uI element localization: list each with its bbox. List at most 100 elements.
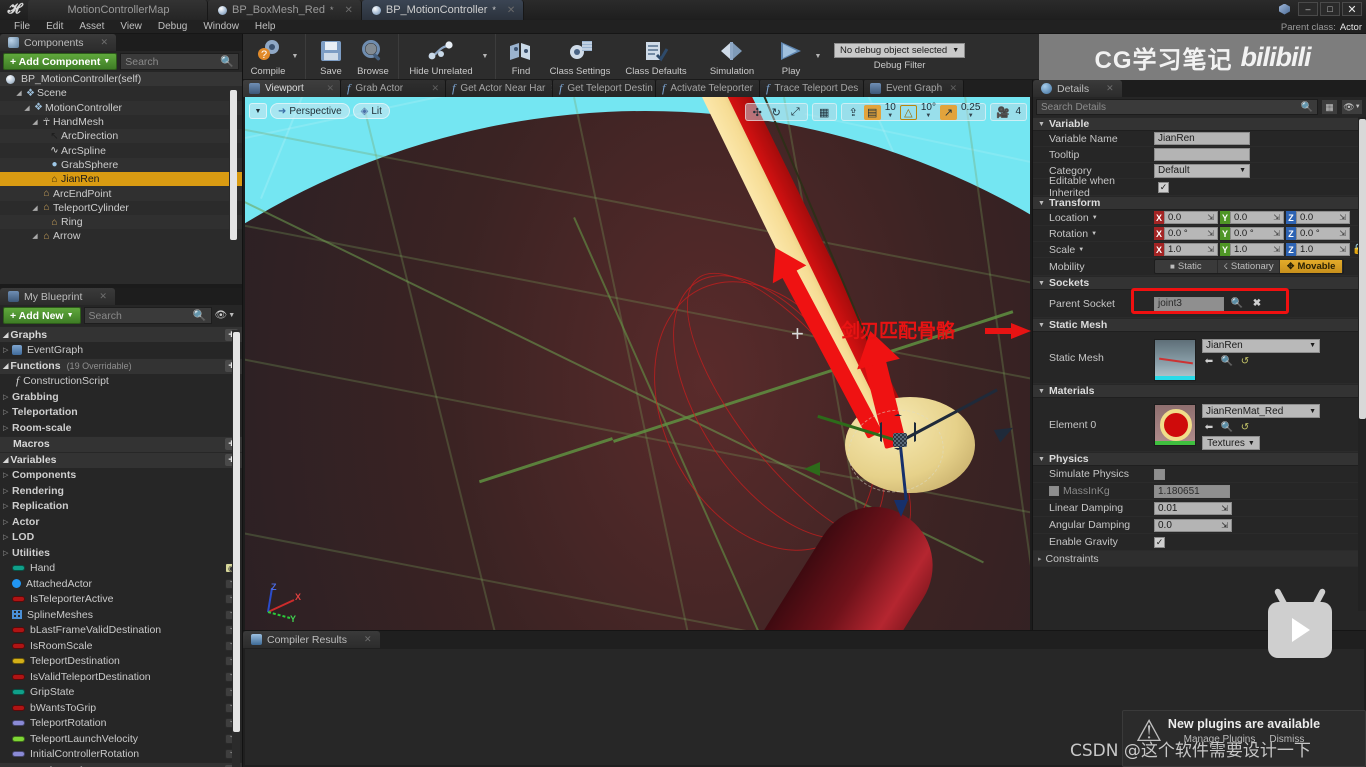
mb-section-functions[interactable]: ◢Functions(19 Overridable)+ (0, 357, 242, 374)
chevron-right-icon[interactable]: ▷ (3, 549, 12, 557)
spinner-icon[interactable]: ⇲ (1221, 504, 1228, 513)
component-tree-item-arcendpoint[interactable]: ⌂ ArcEndPoint (0, 186, 242, 201)
mb-item-isroomscale[interactable]: IsRoomScale◝ (0, 638, 242, 654)
class-settings-button[interactable]: Class Settings (542, 34, 618, 79)
location-y[interactable]: Y 0.0 ⇲ (1220, 211, 1284, 224)
component-tree-item-scene[interactable]: ◢ ❖ Scene (0, 86, 242, 100)
reset-icon[interactable]: ↺ (1238, 355, 1252, 369)
section-header-variable[interactable]: ▼ Variable (1033, 117, 1366, 131)
menu-window[interactable]: Window (195, 20, 247, 33)
parent-class-value[interactable]: Actor (1340, 22, 1362, 33)
hide-unrelated-dropdown[interactable]: ▼ (479, 34, 491, 79)
angular-damping-input[interactable]: 0.0 ⇲ (1154, 518, 1232, 532)
debug-object-select[interactable]: No debug object selected ▼ (834, 42, 966, 58)
simulate-physics-checkbox[interactable] (1154, 468, 1165, 480)
grid-snap-value-dropdown[interactable]: 10 ▼ (883, 103, 898, 120)
editable-when-inherited-checkbox[interactable]: ✓ (1158, 181, 1169, 193)
mb-item-components[interactable]: ▷ Components (0, 468, 242, 484)
viewport-options-button[interactable]: ▼ (249, 103, 267, 119)
rotation-x[interactable]: X 0.0 ° ⇲ (1154, 227, 1218, 240)
details-search-input[interactable]: Search Details 🔍 (1036, 99, 1318, 115)
menu-asset[interactable]: Asset (71, 20, 112, 33)
mobility-option-stationary[interactable]: ☇ Stationary (1217, 260, 1281, 273)
eye-icon[interactable]: 👁 (215, 310, 228, 321)
close-icon[interactable]: ✕ (1106, 83, 1114, 94)
chevron-right-icon[interactable]: ▷ (3, 487, 12, 495)
section-header-sockets[interactable]: ▼ Sockets (1033, 276, 1366, 290)
mass-in-kg-checkbox[interactable] (1049, 486, 1059, 496)
rotation-y[interactable]: Y 0.0 ° ⇲ (1220, 227, 1284, 240)
mb-section-variables[interactable]: ◢Variables+ (0, 451, 242, 468)
mb-item-replication[interactable]: ▷ Replication (0, 499, 242, 515)
tab-event-graph[interactable]: Event Graph ✕ (864, 80, 964, 97)
simulation-button[interactable]: Simulation (694, 34, 770, 79)
menu-help[interactable]: Help (247, 20, 284, 33)
details-scrollbar[interactable] (1358, 117, 1366, 611)
mb-item-constructionscript[interactable]: f ConstructionScript (0, 374, 242, 390)
tab-my-blueprint[interactable]: My Blueprint ✕ (0, 288, 115, 305)
scrollbar-thumb[interactable] (1359, 119, 1366, 419)
chevron-right-icon[interactable]: ▷ (3, 393, 12, 401)
chevron-down-icon[interactable]: ▼ (1078, 247, 1084, 253)
mb-item-lod[interactable]: ▷ LOD (0, 530, 242, 546)
clear-icon[interactable]: ✖ (1250, 297, 1264, 311)
window-tab-bp-boxmesh-red[interactable]: BP_BoxMesh_Red * ✕ (208, 0, 362, 20)
component-tree-item-jianren[interactable]: ⌂ JianRen (0, 172, 242, 187)
find-button[interactable]: Find (500, 34, 542, 79)
scale-x[interactable]: X 1.0 ⇲ (1154, 243, 1218, 256)
viewport-camera-mode-button[interactable]: ➜ Perspective (270, 103, 350, 119)
section-header-static-mesh[interactable]: ▼ Static Mesh (1033, 318, 1366, 332)
close-icon[interactable]: ✕ (99, 291, 107, 302)
find-icon[interactable]: 🔍 (1220, 420, 1234, 434)
chevron-down-icon[interactable]: ▼ (1092, 215, 1098, 221)
close-icon[interactable]: ✕ (431, 83, 439, 94)
add-new-button[interactable]: + Add New ▼ (3, 307, 81, 324)
close-icon[interactable]: ✕ (326, 83, 334, 94)
scale-tool-icon[interactable]: ⤢ (787, 105, 804, 120)
scale-z[interactable]: Z 1.0 ⇲ (1286, 243, 1350, 256)
tab-activate-teleporter[interactable]: f Activate Teleporter ✕ (656, 80, 760, 97)
compile-button[interactable]: ? Compile (247, 34, 289, 79)
gizmo-axis-y-head[interactable] (804, 462, 820, 476)
expand-arrow-icon[interactable]: ◢ (22, 104, 32, 112)
scrollbar-thumb[interactable] (230, 90, 237, 240)
play-button[interactable]: Play (770, 34, 812, 79)
chevron-right-icon[interactable]: ▷ (3, 502, 12, 510)
mb-item-initialcontrollerrotation[interactable]: InitialControllerRotation◝ (0, 747, 242, 763)
mb-section-macros[interactable]: Macros+ (0, 435, 242, 452)
expand-arrow-icon[interactable]: ◢ (30, 204, 40, 212)
close-icon[interactable]: ✕ (507, 5, 515, 16)
spinner-icon[interactable]: ⇲ (1207, 213, 1214, 222)
components-scrollbar[interactable] (229, 88, 237, 278)
gizmo-axis-z-head[interactable] (894, 500, 908, 517)
mb-item-rendering[interactable]: ▷ Rendering (0, 483, 242, 499)
parent-socket-input[interactable]: joint3 (1154, 296, 1224, 311)
scale-snap-icon[interactable]: ↗ (939, 104, 957, 120)
close-icon[interactable]: ✕ (101, 37, 109, 48)
spinner-icon[interactable]: ⇲ (1221, 521, 1228, 530)
column-view-icon[interactable]: ▦ (1321, 99, 1338, 115)
mb-item-gripstate[interactable]: GripState◝ (0, 685, 242, 701)
variable-name-input[interactable]: JianRen (1154, 132, 1250, 145)
close-icon[interactable]: ✕ (364, 634, 372, 645)
mb-item-grabbing[interactable]: ▷ Grabbing (0, 389, 242, 405)
save-button[interactable]: Save (310, 34, 352, 79)
component-tree-item-handmesh[interactable]: ◢ ☥ HandMesh (0, 115, 242, 129)
mb-item-bwantstogrip[interactable]: bWantsToGrip◝ (0, 700, 242, 716)
tab-grab-actor[interactable]: f Grab Actor ✕ (341, 80, 446, 97)
maximize-button[interactable]: □ (1320, 2, 1340, 16)
menu-debug[interactable]: Debug (150, 20, 195, 33)
play-dropdown[interactable]: ▼ (812, 34, 824, 79)
chevron-right-icon[interactable]: ▷ (3, 346, 12, 354)
close-button[interactable]: ✕ (1342, 2, 1362, 16)
myblueprint-scrollbar[interactable] (232, 330, 240, 767)
reset-icon[interactable]: ↺ (1238, 420, 1252, 434)
camera-speed-icon[interactable]: 🎥 (994, 105, 1011, 120)
mb-section-event-dispatchers[interactable]: ◢Event Dispatchers+ (0, 762, 242, 767)
world-space-icon[interactable]: ▦ (816, 105, 833, 120)
expand-arrow-icon[interactable]: ◢ (30, 118, 40, 126)
spinner-icon[interactable]: ⇲ (1273, 213, 1280, 222)
tab-components[interactable]: Components ✕ (0, 34, 117, 51)
chevron-right-icon[interactable]: ▷ (3, 533, 12, 541)
enable-gravity-checkbox[interactable]: ✓ (1154, 536, 1165, 548)
